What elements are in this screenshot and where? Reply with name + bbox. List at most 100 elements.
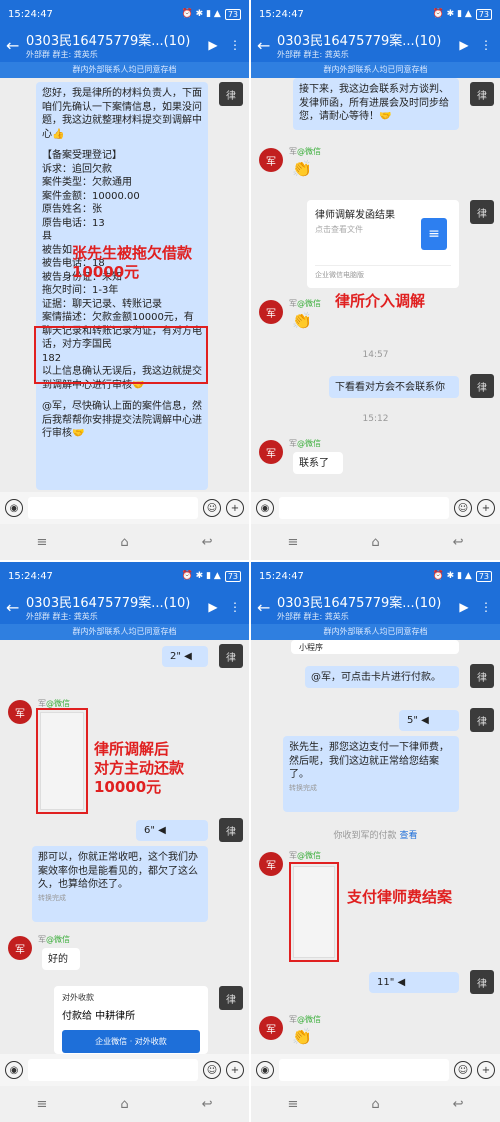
input-bar: ◉ ☺ + [251,1054,500,1086]
back-icon[interactable]: ↩ [453,535,464,550]
avatar: 军 [259,1016,283,1040]
chat-header: ← 0303民16475779案...(10) 外部群 群主: 龚英乐 ▶ ⋮ [0,590,249,624]
annotation-label: 支付律师费结案 [347,888,453,906]
more-icon[interactable]: ⋮ [227,600,243,614]
add-icon[interactable]: + [477,1061,495,1079]
home-icon[interactable]: ⌂ [120,1097,128,1112]
menu-icon[interactable]: ≡ [287,1097,298,1112]
back-icon[interactable]: ↩ [453,1097,464,1112]
back-arrow-icon[interactable]: ← [6,598,20,617]
emoji-icon[interactable]: ☺ [454,499,472,517]
home-icon[interactable]: ⌂ [371,1097,379,1112]
voice-icon[interactable]: ◉ [5,1061,23,1079]
message-input[interactable] [279,1059,449,1081]
voice-icon[interactable]: ◉ [256,1061,274,1079]
convert-status: 转换完成 [289,783,317,792]
mini-program-tag[interactable]: 小程序 [291,640,459,654]
video-call-icon[interactable]: ▶ [205,38,221,52]
back-icon[interactable]: ↩ [202,1097,213,1112]
message-bubble[interactable]: 您好，我是律所的材料负责人，下面咱们先确认一下案情信息，如果没问题，我这边就整理… [36,82,208,490]
avatar: 律 [470,970,494,994]
archive-notice: 群内外部联系人均已同意存档 [0,624,249,640]
status-time: 15:24:47 [259,8,304,20]
voice-icon[interactable]: ◉ [5,499,23,517]
input-bar: ◉ ☺ + [0,492,249,524]
message-bubble[interactable]: 好的 [42,948,80,970]
video-call-icon[interactable]: ▶ [205,600,221,614]
menu-icon[interactable]: ≡ [36,535,47,550]
video-call-icon[interactable]: ▶ [456,38,472,52]
chat-header: ← 0303民16475779案...(10) 外部群 群主: 龚英乐 ▶ ⋮ [0,28,249,62]
emoji-icon[interactable]: ☺ [454,1061,472,1079]
back-arrow-icon[interactable]: ← [257,36,271,55]
status-icons: ⏰ ✱ ▮ ▲ 73 [433,570,492,582]
payment-notice: 你收到军的付款 查看 [333,831,418,841]
avatar: 律 [219,82,243,106]
chat-subtitle: 外部群 群主: 龚英乐 [277,612,349,621]
more-icon[interactable]: ⋮ [227,38,243,52]
status-bar: 15:24:47 ⏰ ✱ ▮ ▲ 73 [251,0,500,28]
menu-icon[interactable]: ≡ [36,1097,47,1112]
sender-name: 军@微信 [289,1015,321,1024]
chat-title: 0303民16475779案...(10) [26,34,191,49]
annotation-label: 律所介入调解 [335,292,426,310]
emoji-icon[interactable]: ☺ [203,499,221,517]
back-arrow-icon[interactable]: ← [6,36,20,55]
card-footer: 企业微信电脑版 [315,265,451,280]
view-payment-link[interactable]: 查看 [399,831,417,841]
back-icon[interactable]: ↩ [202,535,213,550]
avatar: 军 [259,852,283,876]
voice-message[interactable]: 6" ◀ [136,820,208,841]
message-text: 您好，我是律所的材料负责人，下面咱们先确认一下案情信息，如果没问题，我这边就整理… [42,88,202,140]
add-icon[interactable]: + [477,499,495,517]
chat-panel-2: 15:24:47 ⏰ ✱ ▮ ▲ 73 ← 0303民16475779案...(1… [251,0,500,560]
avatar: 军 [259,300,283,324]
status-time: 15:24:47 [8,570,53,582]
sticker-icon[interactable]: 👏 [291,1026,313,1048]
message-text: 张先生，那您这边支付一下律师费，然后呢，我们这边就正常给您结案了。 [289,742,449,780]
message-list: 小程序 律 @军，可点击卡片进行付款。 律 5" ◀ 张先生，那您这边支付一下律… [251,640,500,1054]
message-list: 律 2" ◀ 军 军@微信 律所调解后 对方主动还款 10000元 律 6" ◀… [0,640,249,1054]
sticker-icon[interactable]: 👏 [291,310,313,332]
timestamp: 15:12 [362,414,389,424]
message-input[interactable] [28,1059,198,1081]
emoji-icon[interactable]: ☺ [203,1061,221,1079]
voice-message[interactable]: 11" ◀ [369,972,459,993]
payment-header: 对外收款 [62,993,94,1002]
home-icon[interactable]: ⌂ [371,535,379,550]
menu-icon[interactable]: ≡ [287,535,298,550]
chat-title: 0303民16475779案...(10) [277,34,442,49]
battery-icon: 73 [475,8,492,20]
back-arrow-icon[interactable]: ← [257,598,271,617]
message-bubble[interactable]: 接下来，我这边会联系对方谈判、发律师函，所有进展会及时同步给您，请耐心等待！🤝 [293,78,459,130]
message-bubble[interactable]: 联系了 [293,452,343,474]
more-icon[interactable]: ⋮ [478,38,494,52]
message-bubble[interactable]: 张先生，那您这边支付一下律师费，然后呢，我们这边就正常给您结案了。 转换完成 [283,736,459,812]
file-card[interactable]: 律师调解发函结果 点击查看文件 ≡ 企业微信电脑版 [307,200,459,288]
message-bubble[interactable]: 那可以，你就正常收吧，这个我们办案效率你也是能看见的，都欠了这么久，也算给你还了… [32,846,208,922]
add-icon[interactable]: + [226,1061,244,1079]
status-icons: ⏰ ✱ ▮ ▲ 73 [182,8,241,20]
message-bubble[interactable]: 下看看对方会不会联系你 [329,376,459,398]
archive-notice: 群内外部联系人均已同意存档 [251,624,500,640]
voice-message[interactable]: 5" ◀ [399,710,459,731]
add-icon[interactable]: + [226,499,244,517]
voice-message[interactable]: 2" ◀ [162,646,208,667]
sender-name: 军@微信 [38,935,70,944]
message-input[interactable] [279,497,449,519]
message-bubble[interactable]: @军，可点击卡片进行付款。 [305,666,459,688]
video-call-icon[interactable]: ▶ [456,600,472,614]
more-icon[interactable]: ⋮ [478,600,494,614]
status-time: 15:24:47 [8,8,53,20]
payment-card[interactable]: 对外收款 付款给 中耕律所 企业微信 · 对外收款 [54,986,208,1054]
home-icon[interactable]: ⌂ [120,535,128,550]
avatar: 律 [470,664,494,688]
avatar: 军 [8,700,32,724]
message-input[interactable] [28,497,198,519]
payment-button[interactable]: 企业微信 · 对外收款 [62,1030,200,1053]
annotation-label: 律所调解后 对方主动还款 10000元 [94,740,185,796]
system-nav: ≡ ⌂ ↩ [0,524,249,560]
sticker-icon[interactable]: 👏 [291,158,313,180]
voice-icon[interactable]: ◉ [256,499,274,517]
avatar: 军 [8,936,32,960]
